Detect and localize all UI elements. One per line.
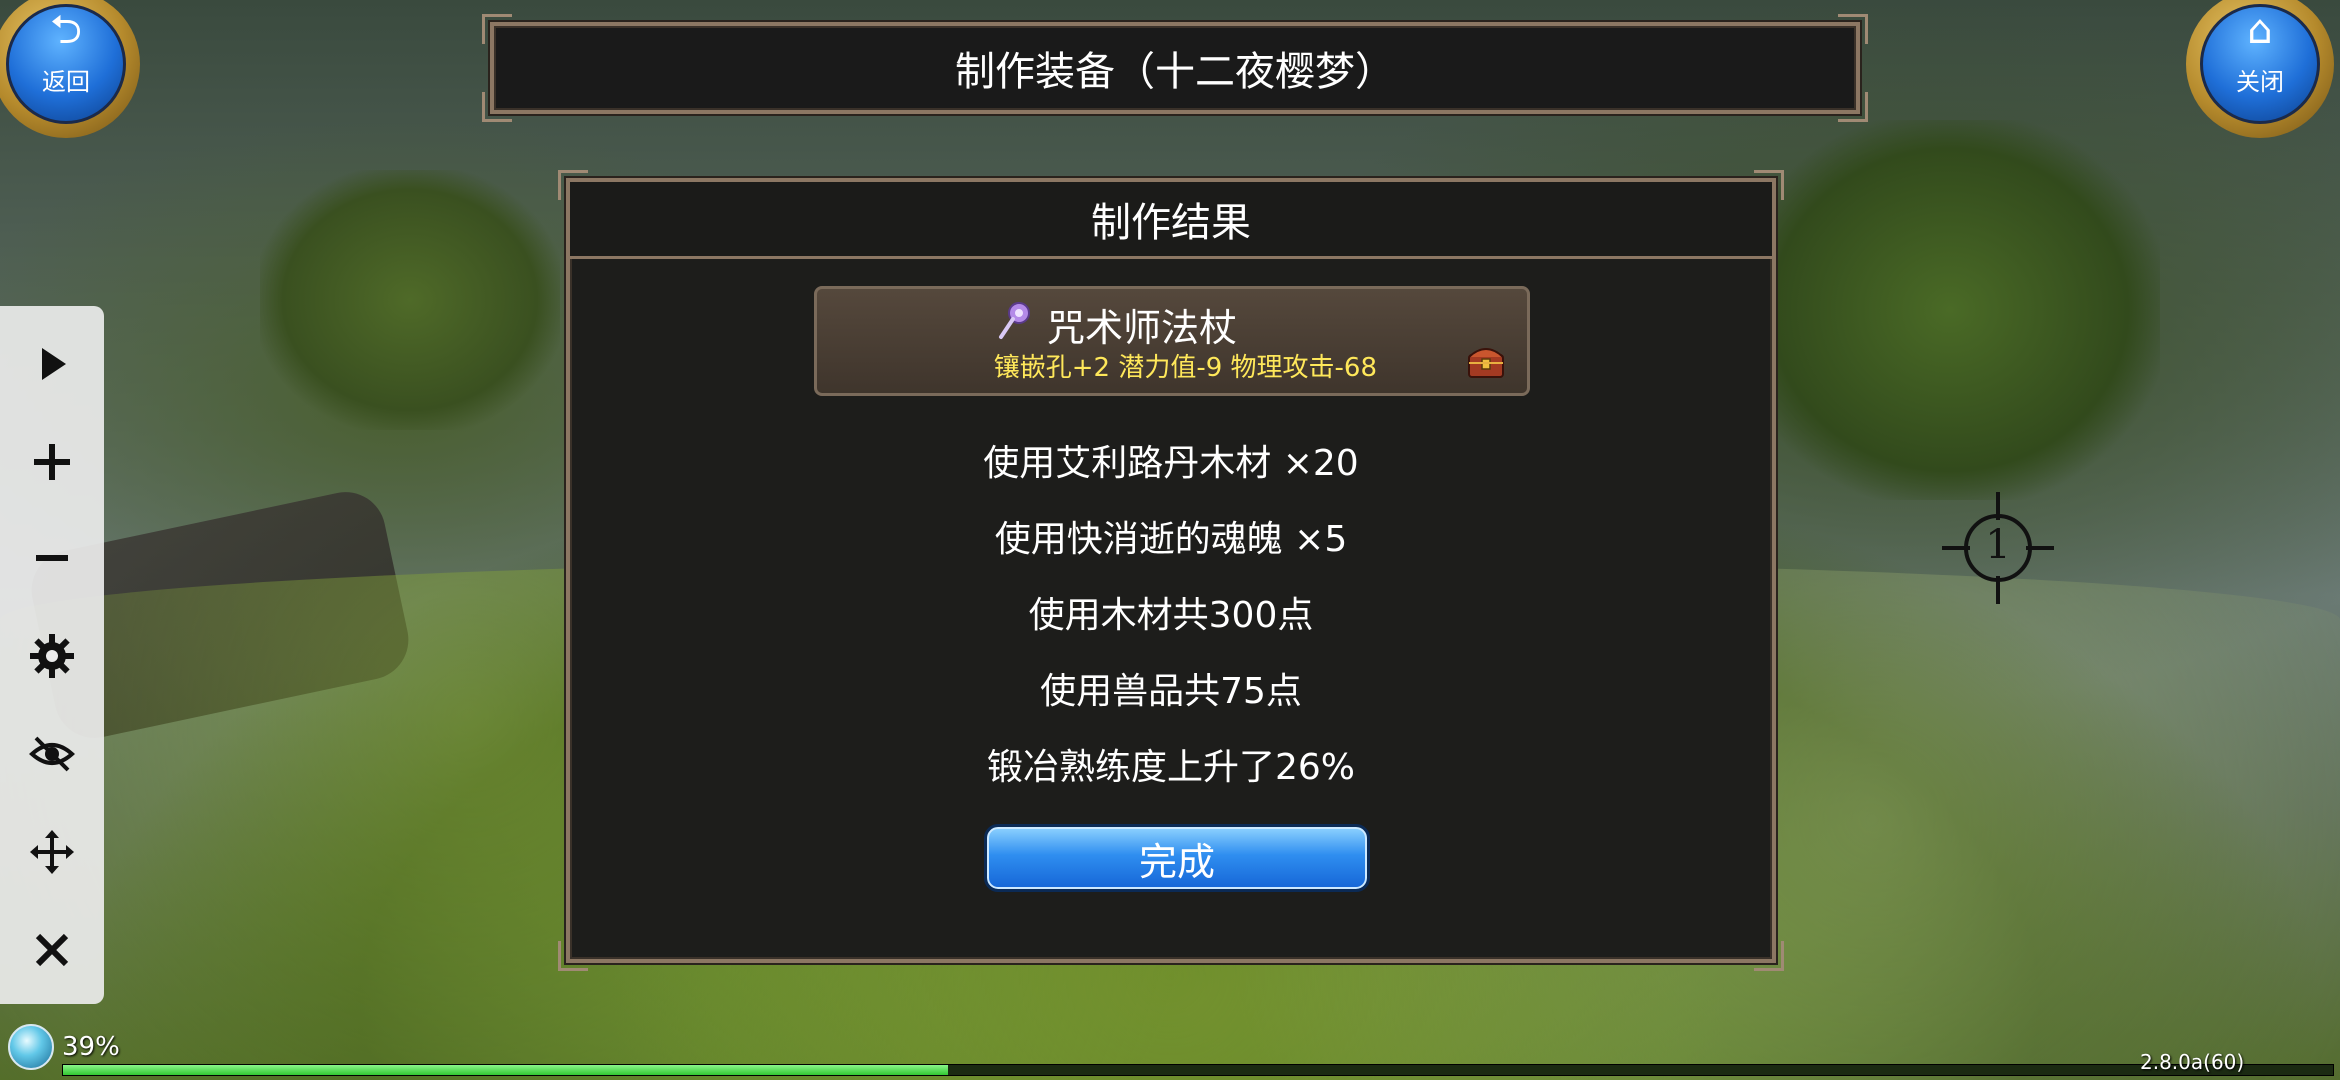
- floating-toolbar: [0, 306, 104, 1004]
- ornament-corner: [558, 941, 588, 971]
- version-label: 2.8.0a(60): [2140, 1050, 2245, 1074]
- ornament-corner: [1838, 14, 1868, 44]
- progress-bar: [62, 1064, 2334, 1076]
- play-button[interactable]: [0, 316, 104, 412]
- item-name: 咒术师法杖: [1047, 306, 1238, 350]
- crafting-result-panel: 制作结果 咒术师法杖 镶嵌孔+2 潜力值-9 物理攻击-68 使用艾利路丹木材 …: [558, 170, 1784, 971]
- progress-fill: [63, 1065, 949, 1075]
- done-button[interactable]: 完成: [984, 824, 1370, 892]
- minus-icon: [36, 555, 68, 561]
- ornament-corner: [1838, 92, 1868, 122]
- plus-icon: [34, 444, 70, 480]
- zoom-out-button[interactable]: [0, 510, 104, 606]
- orb-icon: [8, 1024, 54, 1070]
- done-button-label: 完成: [1138, 839, 1215, 884]
- close-toolbar-button[interactable]: [0, 902, 104, 998]
- gear-icon: [30, 634, 74, 678]
- close-icon: [35, 933, 69, 967]
- eye-off-icon: [29, 736, 75, 772]
- usage-line: 使用快消逝的魂魄 ×5: [994, 519, 1348, 560]
- window-title: 制作装备（十二夜樱梦）: [955, 49, 1395, 95]
- staff-icon: [999, 302, 1030, 339]
- tree-foliage-right: [1740, 120, 2160, 500]
- target-marker[interactable]: 1: [1940, 490, 2056, 606]
- settings-button[interactable]: [0, 608, 104, 704]
- target-number: 1: [1985, 522, 2011, 568]
- usage-line: 锻冶熟练度上升了26%: [986, 747, 1356, 788]
- panel-title: 制作结果: [1091, 200, 1251, 246]
- usage-line: 使用木材共300点: [1028, 595, 1314, 636]
- back-button-label: 返回: [42, 68, 90, 96]
- back-button[interactable]: ⮌ 返回: [0, 0, 146, 144]
- treasure-chest-icon: [1468, 348, 1504, 378]
- crafted-item-card[interactable]: 咒术师法杖 镶嵌孔+2 潜力值-9 物理攻击-68: [814, 286, 1530, 396]
- ornament-corner: [482, 14, 512, 44]
- material-usage-list: 使用艾利路丹木材 ×20 使用快消逝的魂魄 ×5 使用木材共300点 使用兽品共…: [570, 426, 1772, 806]
- ornament-corner: [482, 92, 512, 122]
- panel-header: 制作结果: [570, 182, 1772, 259]
- play-icon: [42, 348, 66, 380]
- close-button-label: 关闭: [2236, 68, 2284, 96]
- tree-foliage-left: [260, 170, 560, 430]
- ornament-corner: [1754, 941, 1784, 971]
- usage-line: 使用兽品共75点: [1040, 671, 1302, 712]
- title-bar: 制作装备（十二夜樱梦）: [482, 14, 1868, 122]
- usage-line: 使用艾利路丹木材 ×20: [983, 443, 1359, 484]
- return-arrow-icon: ⮌: [49, 7, 83, 53]
- zoom-in-button[interactable]: [0, 414, 104, 510]
- home-icon: ⌂: [2247, 7, 2273, 53]
- move-button[interactable]: [0, 804, 104, 900]
- progress-percent: 39%: [62, 1032, 120, 1062]
- close-button[interactable]: ⌂ 关闭: [2180, 0, 2340, 144]
- item-stats: 镶嵌孔+2 潜力值-9 物理攻击-68: [993, 353, 1377, 383]
- hide-button[interactable]: [0, 706, 104, 802]
- move-icon: [30, 830, 74, 874]
